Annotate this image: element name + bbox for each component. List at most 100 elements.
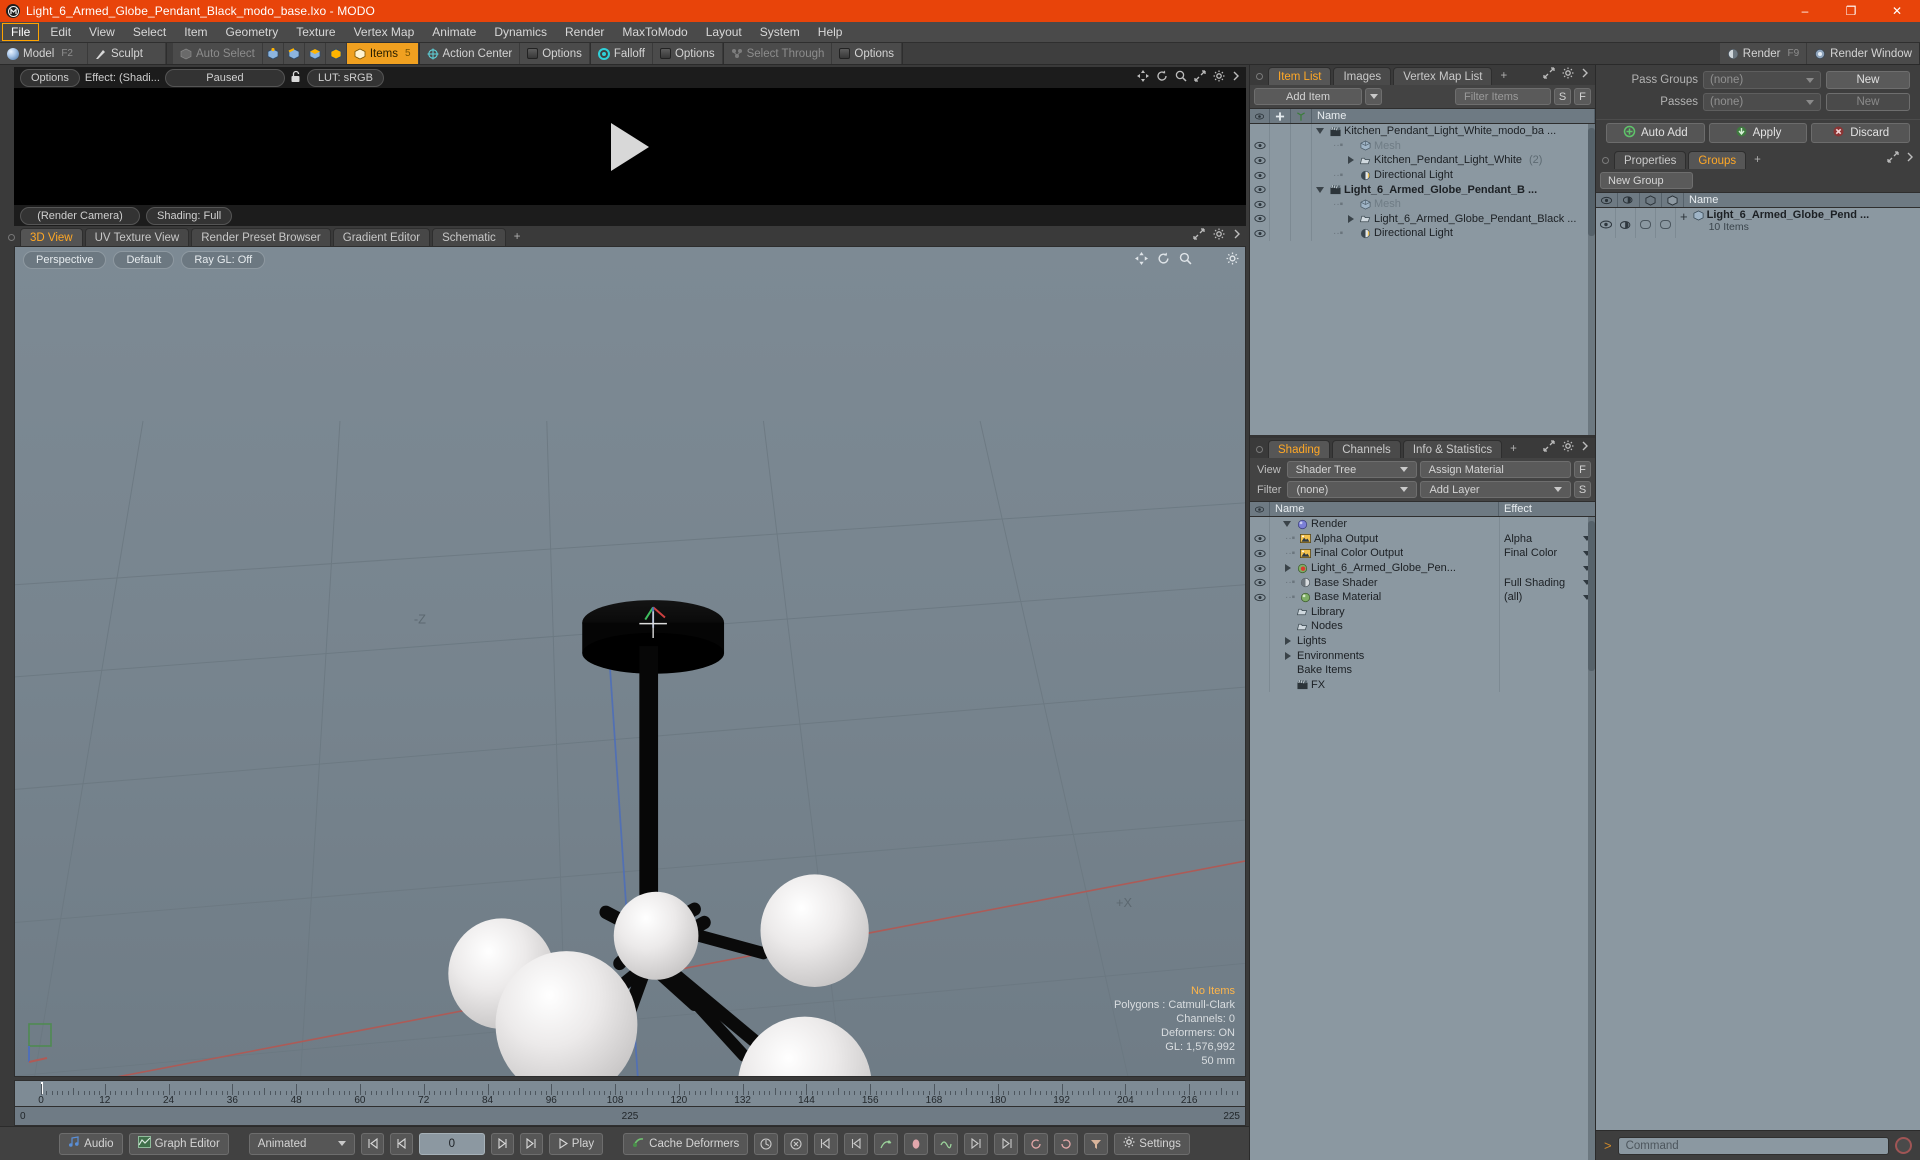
row-lock-toggle[interactable] [1270,211,1291,227]
row-visibility-toggle[interactable] [1250,196,1270,212]
action-center-options-button[interactable]: Options [520,43,590,64]
play-triangle-icon[interactable] [611,122,649,171]
row-effect[interactable] [1499,619,1595,634]
table-row[interactable]: ··▪ Directional Light [1250,167,1595,183]
row-lock-toggle[interactable] [1270,153,1291,168]
menu-item[interactable]: Item [175,22,216,42]
row-transform-toggle[interactable] [1291,138,1312,154]
raygl-button[interactable]: Ray GL: Off [181,250,266,269]
refresh-icon-vp[interactable] [1157,252,1170,268]
prev-key-button-2[interactable] [844,1132,869,1155]
record-macro-button[interactable] [1895,1137,1912,1154]
table-row[interactable]: FX [1250,677,1595,693]
tabstrip-dot-icon[interactable] [8,234,15,241]
twirl-down-icon[interactable] [1316,186,1324,193]
cache-deformers-button[interactable]: Cache Deformers [623,1132,749,1155]
prev-key-button[interactable] [814,1132,839,1155]
menu-help[interactable]: Help [809,22,852,42]
table-row[interactable]: Light_6_Armed_Globe_Pendant_B ... [1250,182,1595,197]
row-effect[interactable] [1499,560,1595,576]
move-icon-vp[interactable] [1135,251,1148,268]
row-lock-toggle[interactable] [1270,124,1291,139]
gear-icon-viewport[interactable] [1213,228,1225,243]
tab-add-button[interactable]: + [508,228,527,246]
shading-dot-icon[interactable] [1256,446,1263,453]
discard-button[interactable]: Discard [1811,123,1911,143]
table-row[interactable]: + Light_6_Armed_Globe_Pend ... 10 Items [1596,208,1920,238]
row-lock-toggle[interactable] [1270,196,1291,212]
row-visibility-toggle[interactable] [1250,575,1270,590]
row-visibility-toggle[interactable] [1250,589,1270,605]
passes-dropdown[interactable]: (none) [1703,93,1821,111]
twirl-down-icon[interactable] [1316,128,1324,135]
projection-button[interactable]: Perspective [23,250,107,269]
lut-button[interactable]: LUT: sRGB [306,68,384,87]
render-options-button[interactable]: Options [20,68,80,87]
material-select-button[interactable] [325,43,347,64]
row-visibility-toggle[interactable] [1250,662,1270,678]
menu-vertex-map[interactable]: Vertex Map [345,22,424,42]
table-row[interactable]: Bake Items [1250,662,1595,678]
auto-add-button[interactable]: Auto Add [1606,123,1705,143]
menu-render[interactable]: Render [556,22,613,42]
table-row[interactable]: Render [1250,517,1595,532]
play-button[interactable]: Play [548,1132,604,1155]
expand-plus-icon[interactable]: + [1680,209,1688,224]
row-transform-toggle[interactable] [1291,167,1312,183]
table-row[interactable]: Light_6_Armed_Globe_Pen... [1250,560,1595,576]
apply-button[interactable]: Apply [1708,123,1808,143]
row-effect[interactable] [1499,648,1595,663]
shading-s-button[interactable]: S [1574,481,1591,498]
table-row[interactable]: Lights [1250,633,1595,649]
chevron-right-icon-item-list[interactable] [1581,67,1589,82]
shader-tree-scrollbar[interactable] [1588,517,1595,1160]
row-effect[interactable]: Alpha [1499,531,1595,547]
menu-view[interactable]: View [80,22,124,42]
select-through-options-button[interactable]: Options [832,43,903,64]
row-effect[interactable] [1499,604,1595,620]
shader-tree-dropdown[interactable]: Shader Tree [1286,461,1417,478]
next-key-button-2[interactable] [994,1132,1019,1155]
expand-icon-item-list[interactable] [1543,67,1555,82]
twirl-right-icon[interactable] [1285,564,1291,573]
row-visibility-toggle[interactable] [1250,211,1270,227]
item-list-scrollbar[interactable] [1588,124,1595,435]
cycle-after-button[interactable] [1054,1132,1079,1155]
item-list-f-button[interactable]: F [1574,88,1591,105]
ellipse-key-button[interactable] [904,1132,929,1155]
add-item-button[interactable]: Add Item [1254,88,1362,105]
row-transform-toggle[interactable] [1291,124,1312,139]
row-effect[interactable]: Final Color [1499,546,1595,561]
group-shade-toggle[interactable] [1616,208,1636,238]
pass-groups-dropdown[interactable]: (none) [1703,71,1821,89]
tab-properties[interactable]: Properties [1614,151,1687,169]
row-visibility-toggle[interactable] [1250,138,1270,154]
prev-frame-button[interactable] [389,1132,413,1155]
row-visibility-toggle[interactable] [1250,546,1270,561]
tab-render-preset-browser[interactable]: Render Preset Browser [191,228,331,246]
table-row[interactable]: Light_6_Armed_Globe_Pendant_Black ... [1250,211,1595,227]
table-row[interactable]: Kitchen_Pendant_Light_White_modo_ba ... [1250,124,1595,139]
polygon-select-button[interactable] [304,43,326,64]
menu-layout[interactable]: Layout [697,22,751,42]
item-list-dot-icon[interactable] [1256,73,1263,80]
table-row[interactable]: Kitchen_Pendant_Light_White (2) [1250,153,1595,168]
render-effect-label[interactable]: Effect: (Shadi... [85,72,160,84]
group-solid-toggle[interactable] [1656,208,1676,238]
chevron-right-icon-groups[interactable] [1906,151,1914,166]
chevron-right-icon[interactable] [1232,70,1240,85]
edge-select-button[interactable] [283,43,305,64]
row-effect[interactable] [1499,517,1595,532]
menu-dynamics[interactable]: Dynamics [485,22,556,42]
table-row[interactable]: Environments [1250,648,1595,663]
twirl-right-icon[interactable] [1285,651,1291,660]
row-visibility-toggle[interactable] [1250,153,1270,168]
tab-item-list[interactable]: Item List [1268,67,1332,85]
key-filter-button[interactable] [1084,1132,1109,1155]
table-row[interactable]: ··▪ Base Shader Full Shading [1250,575,1595,590]
search-icon-vp[interactable] [1179,252,1192,268]
render-status-button[interactable]: Paused [164,68,285,87]
table-row[interactable]: ··▪ Mesh [1250,196,1595,212]
item-list-tree[interactable]: Kitchen_Pendant_Light_White_modo_ba ... ·… [1250,124,1595,435]
gear-icon-item-list[interactable] [1562,67,1574,82]
